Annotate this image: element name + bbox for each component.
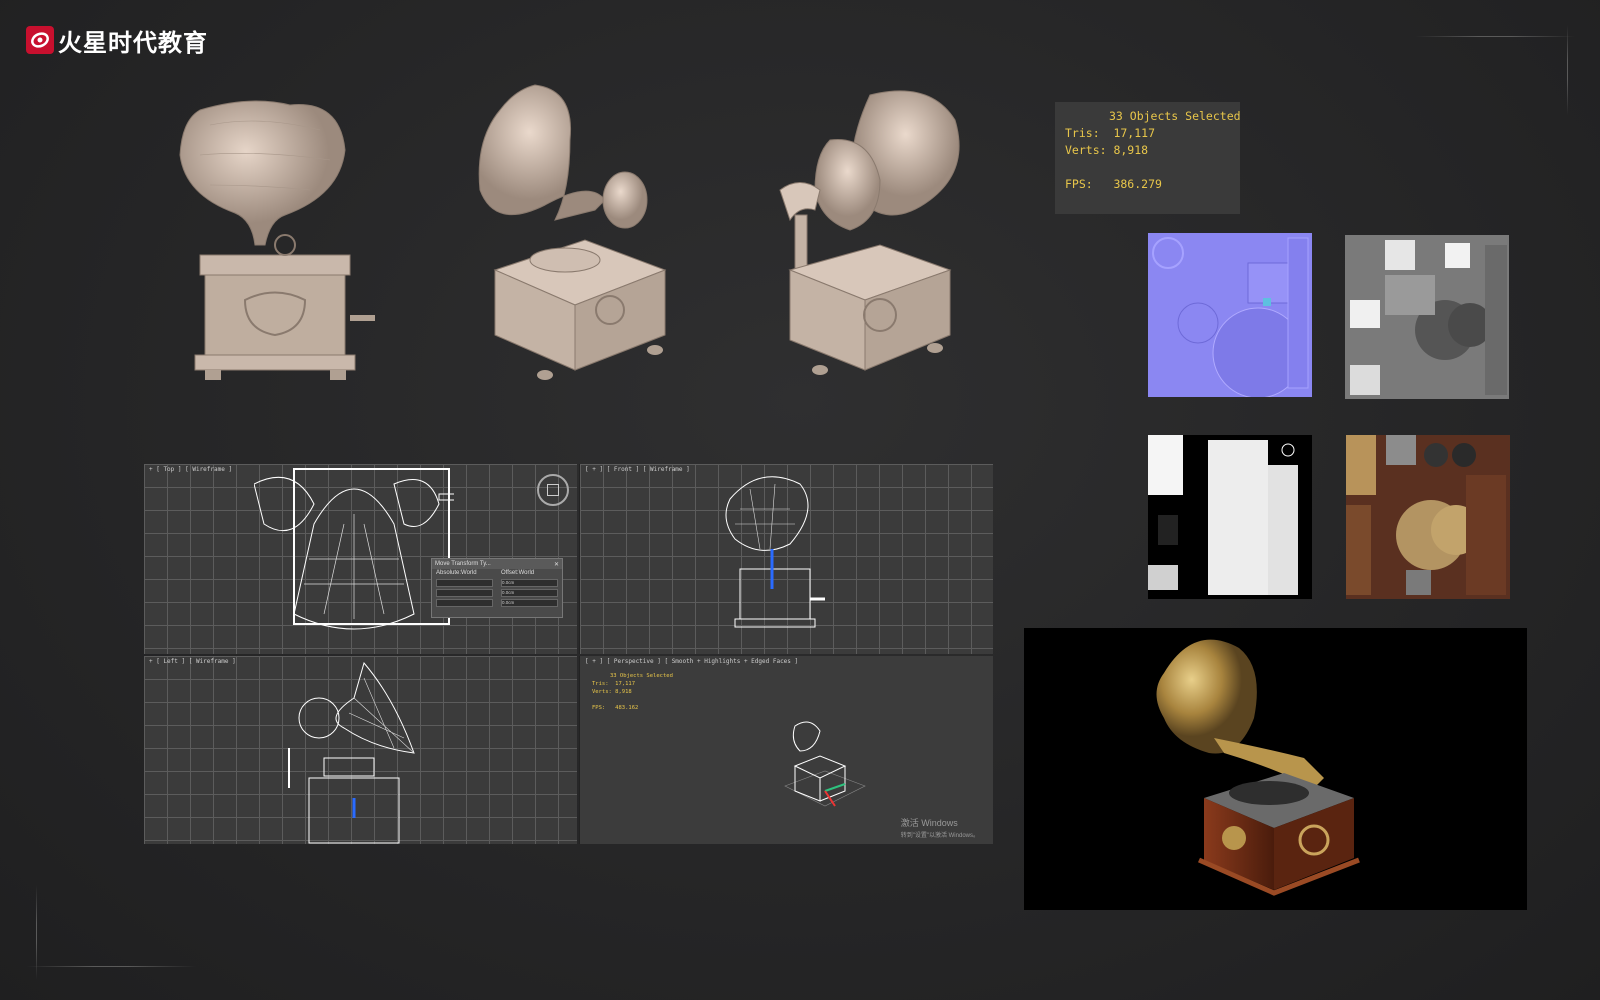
offset-z-field[interactable]: 0.0cm [501,599,558,607]
persp-tris: Tris: 17,117 [592,681,636,687]
absolute-world-label: Absolute:World [436,570,477,576]
brand-name: 火星时代教育 [58,28,208,57]
viewport-top-label[interactable]: + [ Top ] [ Wireframe ] [149,466,232,473]
persp-verts: Verts: 8,918 [592,689,632,695]
persp-fps: FPS: 483.162 [592,705,639,711]
decor-line-top-right-vertical [1567,25,1568,115]
viewcube-icon[interactable] [537,474,569,506]
watermark-line2: 转到"设置"以激活 Windows。 [900,833,979,839]
texture-roughness-map [1345,235,1509,399]
viewport-left[interactable]: + [ Left ] [ Wireframe ] [144,656,577,844]
perspective-stats: 33 Objects Selected Tris: 17,117 Verts: 8,… [592,672,673,712]
stats-tris: Tris: 17,117 [1065,126,1156,140]
viewport-left-label[interactable]: + [ Left ] [ Wireframe ] [149,658,236,665]
brand-logo: 火星时代教育 [26,24,208,57]
viewport-perspective-label[interactable]: [ + ] [ Perspective ] [ Smooth + Highlig… [585,658,798,665]
dialog-close-icon[interactable]: ✕ [554,561,559,568]
stats-verts: Verts: 8,918 [1065,143,1149,157]
gramophone-clay-front [179,100,375,380]
scene-stats-panel: 33 Objects Selected Tris: 17,117 Verts: 8,… [1055,102,1241,214]
wireframe-front-view [725,476,825,628]
wireframe-perspective-view [784,721,866,807]
watermark-line1: 激活 Windows [900,818,958,828]
decor-line-bottom-left-vertical [36,885,37,980]
texture-albedo-map [1346,435,1510,599]
offset-world-label: Offset:World [501,570,535,576]
move-transform-dialog[interactable]: Move Transform Ty... ✕ Absolute:World Off… [431,558,563,618]
stats-fps: FPS: 386.279 [1065,177,1162,191]
brand-mark-icon [26,26,54,54]
viewport-perspective[interactable]: [ + ] [ Perspective ] [ Smooth + Highlig… [579,656,993,844]
windows-activation-watermark: 激活 Windows 转到"设置"以激活 Windows。 [901,818,979,842]
decor-line-top-right [1415,36,1575,37]
absolute-z-field[interactable] [436,599,493,607]
texture-metallic-map [1148,435,1312,599]
offset-x-field[interactable]: 0.0cm [501,579,558,587]
gramophone-textured-render [1156,639,1360,896]
absolute-y-field[interactable] [436,589,493,597]
gramophone-clay-side [779,90,960,375]
stats-selected: 33 Objects Selected [1109,109,1241,123]
persp-selected: 33 Objects Selected [610,673,673,679]
viewport-front-label[interactable]: [ + ] [ Front ] [ Wireframe ] [585,466,690,473]
absolute-x-field[interactable] [436,579,493,587]
viewport-top[interactable]: + [ Top ] [ Wireframe ] Move Transform T… [144,464,577,654]
texture-normal-map [1148,233,1312,397]
viewport-front[interactable]: [ + ] [ Front ] [ Wireframe ] [579,464,993,654]
offset-y-field[interactable]: 0.0cm [501,589,558,597]
wireframe-top-view [254,468,454,630]
dialog-title: Move Transform Ty... [435,561,491,567]
final-render-panel [1024,628,1527,910]
wireframe-left-view [288,661,415,844]
gramophone-clay-angle [478,84,667,380]
decor-line-bottom-left [26,966,196,967]
